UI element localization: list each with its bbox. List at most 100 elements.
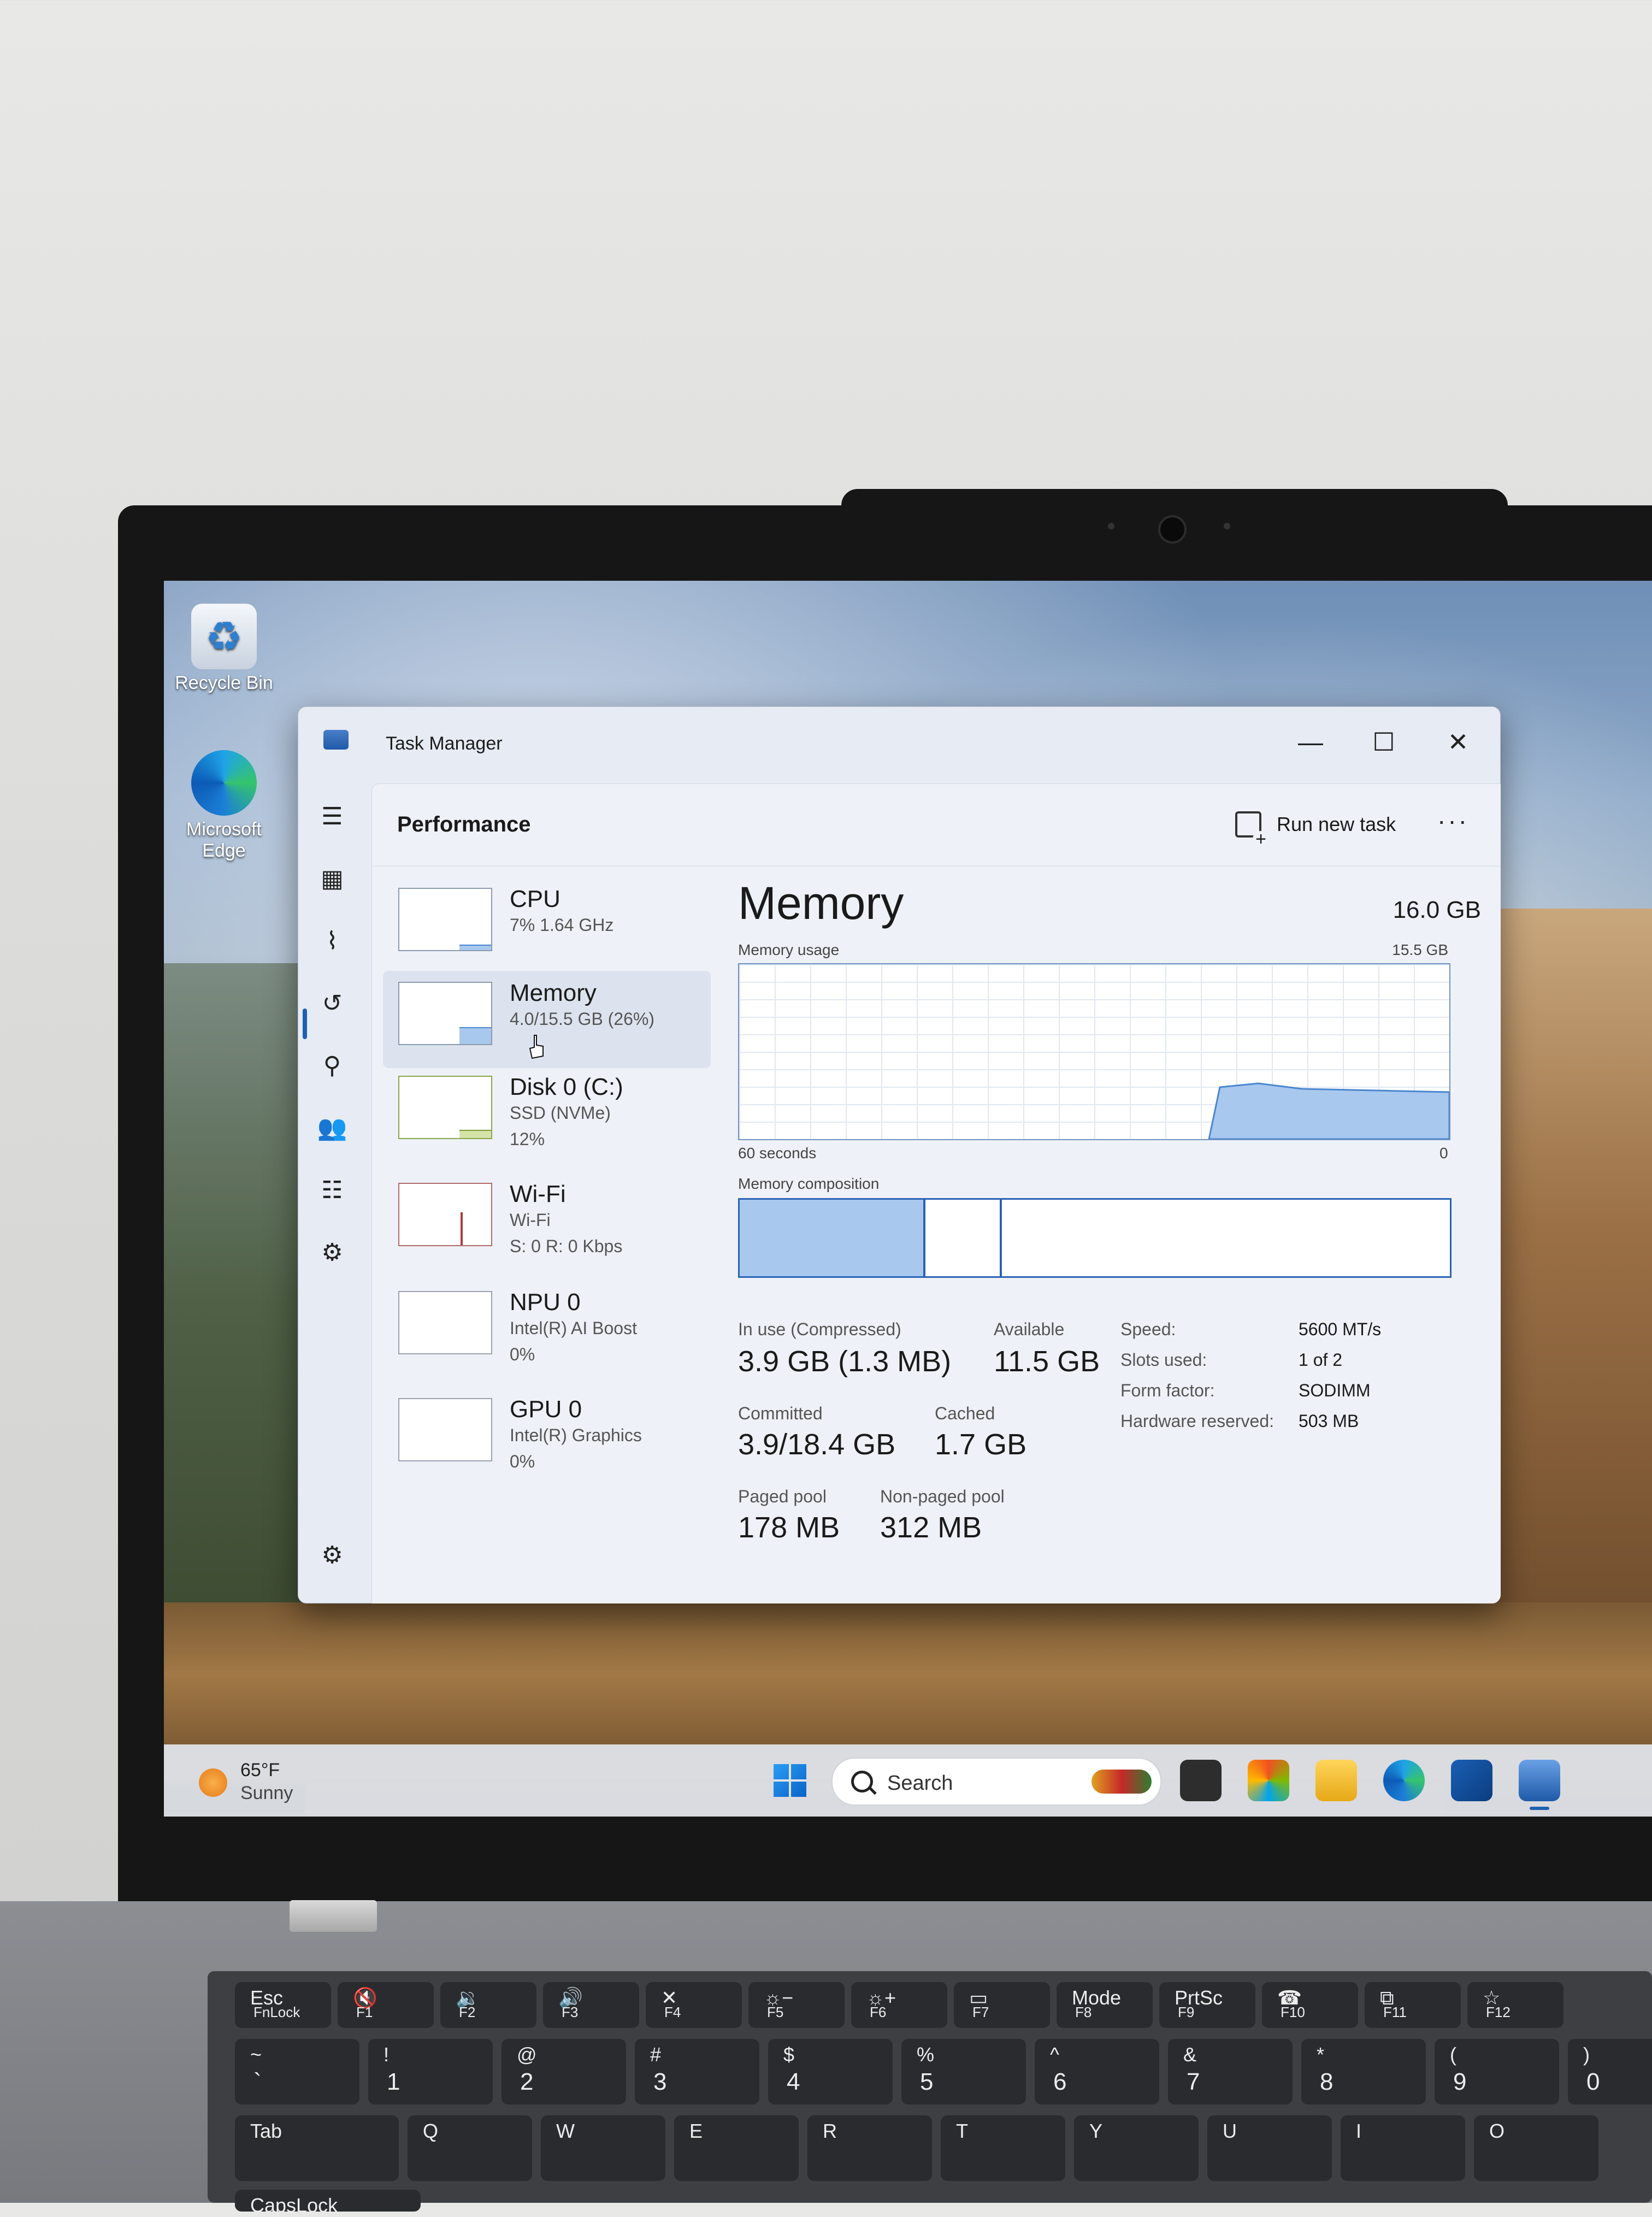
number-key[interactable]: ~ ` [235, 2039, 359, 2104]
fn-key[interactable]: ▭ F7 [954, 1982, 1050, 2028]
device-item-memory[interactable]: Memory 4.0/15.5 GB (26%) [383, 971, 711, 1068]
number-key[interactable]: % 5 [901, 2039, 1026, 2104]
task-view-icon[interactable] [1180, 1760, 1222, 1801]
taskbar-search[interactable]: Search [831, 1758, 1161, 1806]
run-new-task-label: Run new task [1277, 813, 1396, 835]
device-item-gpu[interactable]: GPU 0 Intel(R) Graphics 0% [383, 1387, 711, 1484]
services-icon[interactable]: ⚙ [315, 1235, 350, 1270]
memory-composition-bar [738, 1198, 1452, 1278]
task-manager-window[interactable]: Task Manager — ☐ ✕ ☰ ▦ ⌇ ↺ ⚲ 👥 ☷ ⚙ ⚙ Per… [298, 706, 1501, 1603]
weather-sun-icon[interactable] [199, 1768, 227, 1797]
letter-key[interactable]: U [1207, 2115, 1332, 2181]
selected-indicator [303, 1009, 307, 1039]
fn-key[interactable]: Esc FnLock [235, 1982, 331, 2028]
fn-key[interactable]: Mode F8 [1057, 1982, 1153, 2028]
search-placeholder: Search [887, 1772, 953, 1795]
letter-key[interactable]: R [807, 2115, 932, 2181]
fn-key[interactable]: ☼+ F6 [851, 1982, 947, 2028]
details-icon[interactable]: ☷ [315, 1172, 350, 1207]
key-bottom-label: F1 [356, 2004, 373, 2020]
spec-slots-value: 1 of 2 [1299, 1350, 1343, 1370]
search-icon [851, 1771, 873, 1793]
letter-key[interactable]: E [674, 2115, 799, 2181]
key-top-label: Y [1089, 2120, 1103, 2142]
more-options-button[interactable]: ··· [1437, 806, 1469, 835]
number-key[interactable]: #3 [635, 2039, 759, 2104]
device-item-wifi[interactable]: Wi-Fi Wi-Fi S: 0 R: 0 Kbps [383, 1172, 711, 1269]
fn-key[interactable]: ☎ F10 [1262, 1982, 1358, 2028]
minimize-button[interactable]: — [1275, 715, 1346, 769]
edge-label: Microsoft Edge [186, 819, 262, 861]
in-use-value: 3.9 GB (1.3 MB) [738, 1345, 952, 1378]
app-history-icon[interactable]: ↺ [315, 986, 350, 1021]
number-key[interactable]: (9 [1435, 2039, 1559, 2104]
performance-icon[interactable]: ⌇ [315, 923, 350, 958]
number-key[interactable]: ! 1 [368, 2039, 493, 2104]
edge-shortcut[interactable]: Microsoft Edge [164, 750, 284, 862]
fn-key[interactable]: PrtSc F9 [1159, 1982, 1255, 2028]
fn-key[interactable]: 🔇 F1 [338, 1982, 434, 2028]
weather-desc[interactable]: Sunny [240, 1783, 293, 1804]
graph-time-end: 0 [1439, 1145, 1448, 1161]
edge-icon [191, 750, 257, 816]
device-name: Memory [510, 980, 597, 1006]
users-icon[interactable]: 👥 [315, 1110, 350, 1145]
key-bottom-label: F11 [1383, 2004, 1407, 2020]
title-bar[interactable]: Task Manager — ☐ ✕ [298, 707, 1500, 783]
key-top-label: U [1223, 2120, 1237, 2142]
store-icon[interactable] [1451, 1760, 1492, 1801]
recycle-bin-shortcut[interactable]: ♻ Recycle Bin [164, 604, 284, 694]
number-key[interactable]: $4 [768, 2039, 893, 2104]
letter-key[interactable]: Y [1074, 2115, 1199, 2181]
key-top-label: @ [517, 2043, 537, 2066]
letter-key[interactable]: Q [408, 2115, 532, 2181]
startup-apps-icon[interactable]: ⚲ [315, 1048, 350, 1083]
wifi-spike [461, 1212, 463, 1245]
start-button[interactable] [769, 1760, 811, 1801]
settings-icon[interactable]: ⚙ [315, 1537, 350, 1572]
available-value: 11.5 GB [994, 1345, 1100, 1378]
fn-key[interactable]: 🔉 F2 [440, 1982, 536, 2028]
device-detail: Wi-Fi [510, 1210, 551, 1230]
device-name: Disk 0 (C:) [510, 1074, 623, 1100]
m365-copilot-icon[interactable] [1248, 1760, 1289, 1801]
device-item-disk[interactable]: Disk 0 (C:) SSD (NVMe) 12% [383, 1065, 711, 1162]
fn-key[interactable]: 🔊 F3 [543, 1982, 639, 2028]
close-button[interactable]: ✕ [1423, 715, 1494, 769]
fn-key[interactable]: ☆ F12 [1467, 1982, 1564, 2028]
letter-key[interactable]: I [1341, 2115, 1465, 2181]
fn-key[interactable]: ☼− F5 [748, 1982, 845, 2028]
fn-key[interactable]: ✕ F4 [646, 1982, 742, 2028]
hinge-clip [290, 1900, 377, 1932]
key-bottom-label: 1 [387, 2068, 400, 2095]
device-item-cpu[interactable]: CPU 7% 1.64 GHz [383, 877, 711, 974]
edge-taskbar-icon[interactable] [1383, 1760, 1425, 1801]
processes-icon[interactable]: ▦ [315, 861, 350, 896]
number-key[interactable]: * 8 [1301, 2039, 1426, 2104]
file-explorer-icon[interactable] [1315, 1760, 1357, 1801]
letter-key[interactable]: O [1474, 2115, 1598, 2181]
number-key[interactable]: & 7 [1168, 2039, 1293, 2104]
device-item-npu[interactable]: NPU 0 Intel(R) AI Boost 0% [383, 1280, 711, 1377]
key-bottom-label: 5 [920, 2068, 934, 2095]
weather-temp[interactable]: 65°F [240, 1760, 280, 1781]
letter-key[interactable]: T [941, 2115, 1065, 2181]
spec-form-value: SODIMM [1299, 1381, 1371, 1400]
spec-reserved-value: 503 MB [1299, 1411, 1359, 1431]
sensor-dot [1224, 523, 1230, 529]
fn-key[interactable]: ⧉ F11 [1365, 1982, 1461, 2028]
detail-title: Memory [738, 877, 904, 929]
maximize-button[interactable]: ☐ [1348, 715, 1419, 769]
number-key[interactable]: ^ 6 [1035, 2039, 1159, 2104]
disk-thumbnail-graph [398, 1076, 492, 1139]
tab-key[interactable]: Tab [235, 2115, 399, 2181]
letter-key[interactable]: W [541, 2115, 665, 2181]
capslock-key[interactable]: CapsLock [235, 2190, 421, 2216]
active-app-indicator [1530, 1807, 1549, 1810]
cpu-thumbnail-graph [398, 888, 492, 951]
hamburger-icon[interactable]: ☰ [315, 799, 350, 834]
number-key[interactable]: @2 [502, 2039, 626, 2104]
run-new-task-button[interactable]: Run new task [1235, 807, 1396, 847]
task-manager-taskbar-icon[interactable] [1519, 1760, 1560, 1801]
number-key[interactable]: ) 0 [1568, 2039, 1652, 2104]
